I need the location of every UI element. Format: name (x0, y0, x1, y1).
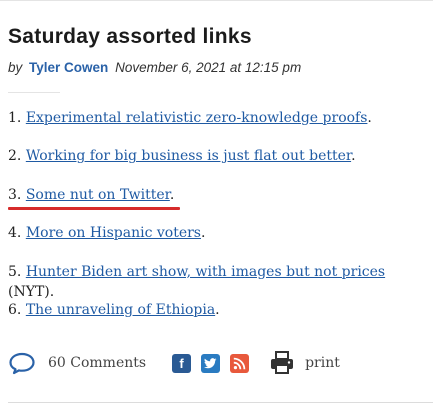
item-suffix: . (351, 148, 356, 165)
item-suffix: . (215, 301, 220, 318)
item-suffix: (NYT). (8, 283, 55, 300)
link-4[interactable]: More on Hispanic voters (26, 225, 201, 241)
bottom-divider (8, 402, 433, 403)
post-footer: 60 Comments f print (8, 347, 428, 379)
title-divider (8, 92, 60, 93)
item-suffix: . (367, 110, 372, 126)
link-2[interactable]: Working for big business is just flat ou… (26, 148, 351, 164)
post-date: November 6, 2021 at 12:15 pm (115, 60, 302, 75)
print-link[interactable]: print (305, 355, 340, 371)
list-item: 3. Some nut on Twitter. (8, 185, 428, 223)
author-link[interactable]: Tyler Cowen (29, 60, 108, 75)
byline: by Tyler Cowen November 6, 2021 at 12:15… (8, 58, 428, 78)
list-item: 2. Working for big business is just flat… (8, 146, 428, 184)
comments-link[interactable]: 60 Comments (48, 355, 146, 371)
twitter-icon[interactable] (201, 353, 221, 373)
link-3[interactable]: Some nut on Twitter (26, 187, 170, 203)
print-icon[interactable] (269, 351, 295, 375)
rss-icon[interactable] (230, 353, 250, 373)
post-title[interactable]: Saturday assorted links (8, 22, 428, 52)
top-divider (0, 0, 433, 1)
link-5[interactable]: Hunter Biden art show, with images but n… (26, 264, 385, 280)
by-label: by (8, 60, 23, 75)
comment-icon[interactable] (8, 351, 36, 375)
link-6[interactable]: The unraveling of Ethiopia (26, 302, 215, 318)
item-number: 1. (8, 110, 22, 126)
list-item: 6. The unraveling of Ethiopia. (8, 300, 428, 338)
item-number: 2. (8, 148, 22, 165)
share-icons: f (172, 353, 259, 373)
item-number: 4. (8, 225, 22, 242)
item-number: 3. (8, 186, 22, 203)
item-number: 6. (8, 301, 22, 318)
facebook-icon[interactable]: f (172, 353, 192, 373)
item-number: 5. (8, 263, 22, 280)
list-item: 5. Hunter Biden art show, with images bu… (8, 262, 428, 300)
list-item: 4. More on Hispanic voters. (8, 223, 428, 261)
item-suffix: . (201, 225, 206, 242)
list-item: 1. Experimental relativistic zero-knowle… (8, 108, 428, 146)
blog-post: Saturday assorted links by Tyler Cowen N… (8, 22, 428, 338)
highlighted-link-wrapper: 3. Some nut on Twitter. (8, 187, 174, 203)
link-1[interactable]: Experimental relativistic zero-knowledge… (26, 110, 368, 126)
link-list: 1. Experimental relativistic zero-knowle… (8, 108, 428, 338)
item-suffix: . (169, 186, 175, 203)
